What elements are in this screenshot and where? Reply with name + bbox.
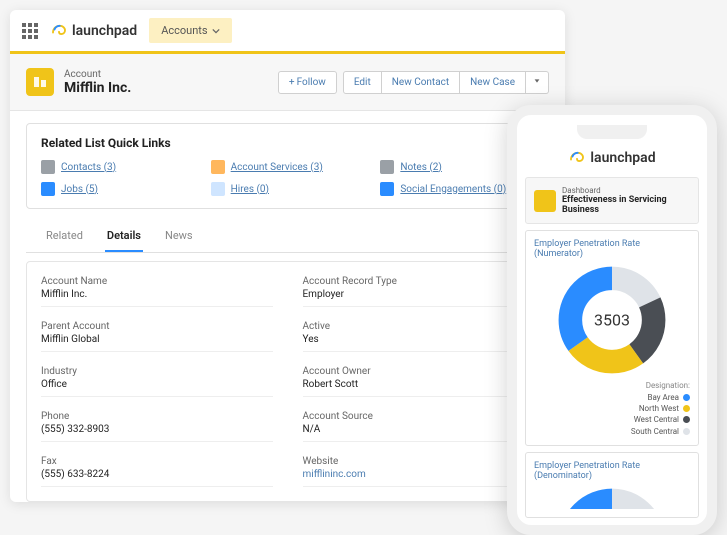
desktop-window: launchpad Accounts Account Mifflin Inc. … [10, 10, 565, 502]
tab-related[interactable]: Related [44, 221, 85, 252]
detail-tabs: Related Details News [26, 221, 549, 253]
field-fax: Fax(555) 633-8224 [41, 456, 273, 487]
mobile-preview: launchpad Dashboard Effectiveness in Ser… [507, 105, 717, 535]
record-header: Account Mifflin Inc. +Follow Edit New Co… [10, 54, 565, 111]
action-bar: +Follow Edit New Contact New Case [278, 71, 549, 94]
chart-card-denominator: Employer Penetration Rate (Denominator) [525, 452, 699, 518]
details-panel: Account NameMifflin Inc. Account Record … [26, 261, 549, 502]
field-parent-account: Parent AccountMifflin Global [41, 321, 273, 352]
record-type-label: Account [64, 69, 268, 80]
ql-hires[interactable]: Hires (0) [211, 182, 365, 196]
chevron-down-icon [212, 27, 220, 35]
chart-title-2: Employer Penetration Rate (Denominator) [534, 461, 690, 481]
field-source: Account SourceN/A [303, 411, 535, 442]
edit-button[interactable]: Edit [343, 71, 382, 94]
topbar: launchpad Accounts [10, 10, 565, 54]
brand-logo: launchpad [50, 22, 137, 40]
related-list-quick-links: Related List Quick Links Contacts (3) Ac… [26, 123, 549, 209]
record-name: Mifflin Inc. [64, 80, 268, 96]
mobile-brand-logo: launchpad [525, 137, 699, 177]
field-record-type: Account Record TypeEmployer [303, 276, 535, 307]
tab-news[interactable]: News [163, 221, 195, 252]
field-website: Websitemifflininc.com [303, 456, 535, 487]
donut-chart: 3503 [557, 265, 667, 375]
field-industry: IndustryOffice [41, 366, 273, 397]
account-icon [26, 68, 54, 96]
ql-contacts[interactable]: Contacts (3) [41, 160, 195, 174]
nav-tab-accounts[interactable]: Accounts [149, 18, 231, 43]
new-contact-button[interactable]: New Contact [382, 71, 460, 94]
more-actions-button[interactable] [526, 71, 549, 94]
ql-jobs[interactable]: Jobs (5) [41, 182, 195, 196]
brand-text: launchpad [72, 23, 137, 39]
tab-details[interactable]: Details [105, 221, 143, 252]
field-phone: Phone(555) 332-8903 [41, 411, 273, 442]
hires-icon [211, 182, 225, 196]
chart-legend: Designation: Bay Area North West West Ce… [631, 381, 690, 437]
chart-card-numerator: Employer Penetration Rate (Numerator) 35… [525, 230, 699, 446]
donut-chart-peek [534, 487, 690, 509]
launchpad-swirl-icon [568, 149, 586, 167]
chart-title: Employer Penetration Rate (Numerator) [534, 239, 690, 259]
follow-button[interactable]: +Follow [278, 71, 337, 94]
app-launcher-icon[interactable] [22, 23, 38, 39]
new-case-button[interactable]: New Case [460, 71, 526, 94]
caret-down-icon [533, 77, 541, 85]
ql-account-services[interactable]: Account Services (3) [211, 160, 365, 174]
donut-center-value: 3503 [594, 311, 630, 330]
dashboard-title: Effectiveness in Servicing Business [562, 195, 690, 215]
jobs-icon [41, 182, 55, 196]
launchpad-swirl-icon [50, 22, 68, 40]
field-active: ActiveYes [303, 321, 535, 352]
dashboard-icon [534, 190, 556, 212]
field-account-name: Account NameMifflin Inc. [41, 276, 273, 307]
contacts-icon [41, 160, 55, 174]
dashboard-label: Dashboard [562, 186, 690, 195]
social-icon [380, 182, 394, 196]
field-owner: Account OwnerRobert Scott [303, 366, 535, 397]
dashboard-header: Dashboard Effectiveness in Servicing Bus… [525, 177, 699, 224]
notes-icon [380, 160, 394, 174]
related-title: Related List Quick Links [41, 136, 534, 150]
services-icon [211, 160, 225, 174]
